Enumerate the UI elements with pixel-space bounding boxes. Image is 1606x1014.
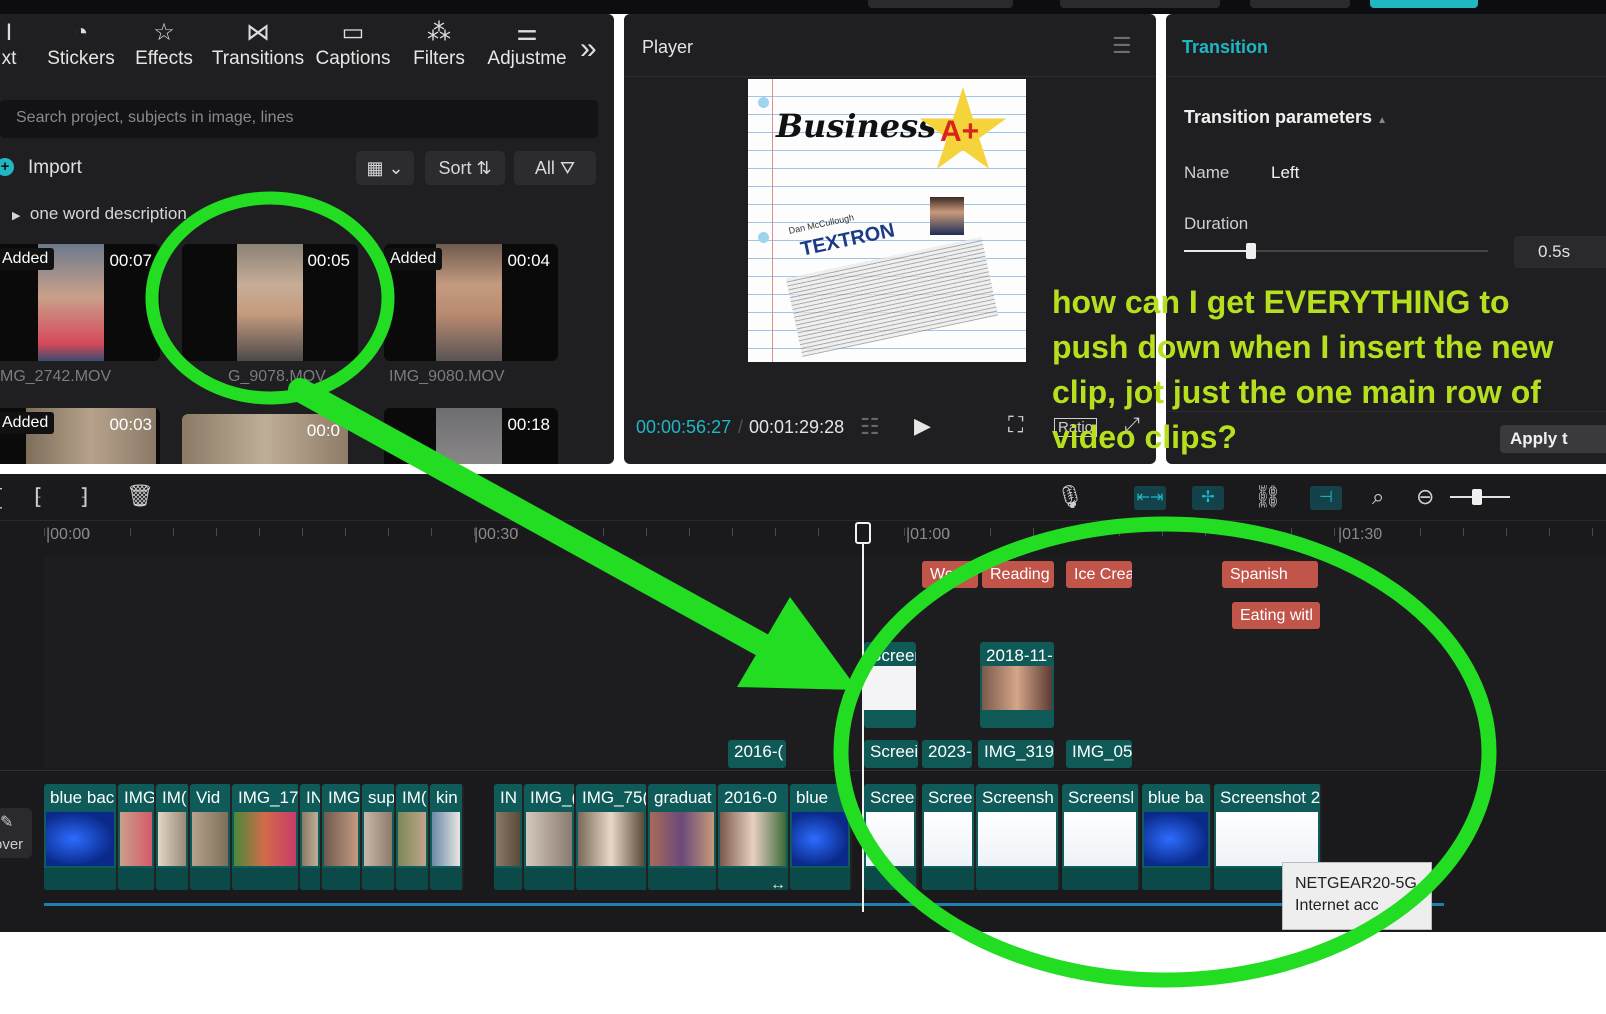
highlight-circle-timeline bbox=[833, 516, 1497, 988]
annotation-arrow-shaft bbox=[288, 378, 787, 664]
annotation-overlay bbox=[145, 191, 1497, 988]
highlight-circle-media bbox=[145, 191, 395, 405]
annotation-question-text: how can I get EVERYTHING to push down wh… bbox=[1052, 284, 1554, 455]
